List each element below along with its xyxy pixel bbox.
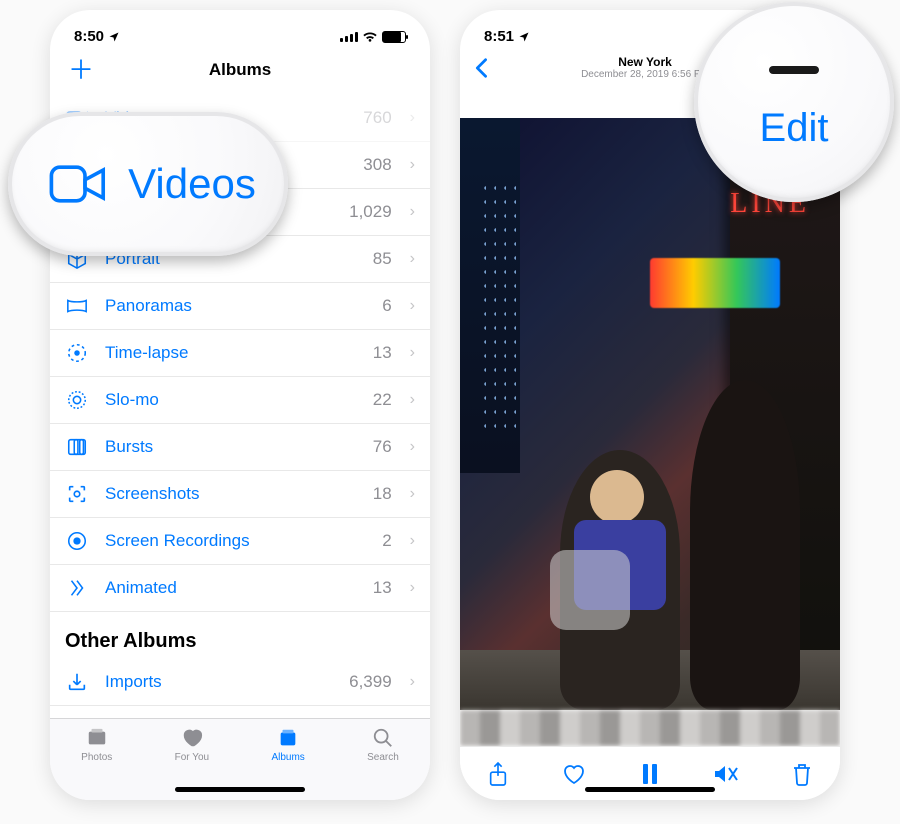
row-slomo[interactable]: Slo-mo 22 ›	[50, 377, 430, 424]
tab-foryou[interactable]: For You	[175, 727, 209, 763]
row-label: Bursts	[105, 437, 357, 457]
callout-edit: Edit	[694, 2, 894, 202]
tab-label: Search	[367, 752, 399, 763]
location-arrow-icon	[518, 31, 530, 43]
row-count: 1,029	[349, 202, 392, 222]
chevron-right-icon: ›	[410, 579, 415, 597]
tab-albums[interactable]: Albums	[271, 727, 304, 763]
row-bursts[interactable]: Bursts 76 ›	[50, 424, 430, 471]
row-count: 308	[363, 155, 391, 175]
row-label: Imports	[105, 672, 333, 692]
video-preview[interactable]: LINE	[460, 118, 840, 710]
chevron-right-icon: ›	[410, 156, 415, 174]
pause-button[interactable]	[636, 760, 664, 788]
callout-label: Edit	[760, 106, 829, 151]
row-count: 6,399	[349, 672, 392, 692]
home-indicator[interactable]	[175, 787, 305, 792]
row-timelapse[interactable]: Time-lapse 13 ›	[50, 330, 430, 377]
back-button[interactable]	[474, 57, 504, 79]
tab-photos[interactable]: Photos	[81, 727, 112, 763]
slomo-icon	[65, 388, 89, 412]
add-button[interactable]: ＋	[68, 57, 96, 83]
row-count: 2	[382, 531, 391, 551]
delete-button[interactable]	[788, 760, 816, 788]
tab-search[interactable]: Search	[367, 727, 399, 763]
chevron-right-icon: ›	[410, 485, 415, 503]
speaker-slot	[769, 66, 819, 74]
favorite-button[interactable]	[560, 760, 588, 788]
status-time: 8:50	[74, 28, 104, 45]
status-bar: 8:50	[50, 10, 430, 51]
row-count: 22	[373, 390, 392, 410]
bursts-icon	[65, 435, 89, 459]
chevron-right-icon: ›	[410, 109, 415, 127]
row-count: 13	[373, 578, 392, 598]
battery-icon	[382, 31, 406, 43]
home-indicator[interactable]	[585, 787, 715, 792]
screenshot-icon	[65, 482, 89, 506]
callout-videos: Videos	[8, 112, 288, 256]
row-count: 85	[373, 249, 392, 269]
row-panoramas[interactable]: Panoramas 6 ›	[50, 283, 430, 330]
record-icon	[65, 529, 89, 553]
chevron-right-icon: ›	[410, 438, 415, 456]
row-animated[interactable]: Animated 13 ›	[50, 565, 430, 612]
callout-label: Videos	[128, 160, 256, 208]
chevron-right-icon: ›	[410, 297, 415, 315]
row-count: 76	[373, 437, 392, 457]
row-label: Screenshots	[105, 484, 357, 504]
animated-icon	[65, 576, 89, 600]
row-screenrecordings[interactable]: Screen Recordings 2 ›	[50, 518, 430, 565]
chevron-right-icon: ›	[410, 391, 415, 409]
cell-signal-icon	[340, 32, 358, 42]
row-count: 13	[373, 343, 392, 363]
video-scrubber[interactable]	[460, 710, 840, 746]
mute-button[interactable]	[712, 760, 740, 788]
row-label: Animated	[105, 578, 357, 598]
nav-bar: ＋ Albums	[50, 51, 430, 95]
chevron-right-icon: ›	[410, 673, 415, 691]
row-screenshots[interactable]: Screenshots 18 ›	[50, 471, 430, 518]
status-time: 8:51	[484, 28, 514, 45]
row-count: 18	[373, 484, 392, 504]
chevron-right-icon: ›	[410, 250, 415, 268]
row-imports[interactable]: Imports 6,399 ›	[50, 659, 430, 706]
tab-label: Photos	[81, 752, 112, 763]
nav-title: Albums	[96, 60, 384, 80]
wifi-icon	[362, 31, 378, 43]
row-label: Screen Recordings	[105, 531, 366, 551]
chevron-right-icon: ›	[410, 532, 415, 550]
share-button[interactable]	[484, 760, 512, 788]
row-count: 6	[382, 296, 391, 316]
chevron-right-icon: ›	[410, 203, 415, 221]
chevron-right-icon: ›	[410, 344, 415, 362]
row-label: Time-lapse	[105, 343, 357, 363]
location-arrow-icon	[108, 31, 120, 43]
row-label: Panoramas	[105, 296, 366, 316]
tab-label: For You	[175, 752, 209, 763]
row-count: 760	[363, 108, 391, 128]
import-icon	[65, 670, 89, 694]
row-label: Slo-mo	[105, 390, 357, 410]
tab-label: Albums	[271, 752, 304, 763]
timelapse-icon	[65, 341, 89, 365]
other-albums-header: Other Albums	[50, 612, 430, 659]
panorama-icon	[65, 294, 89, 318]
video-icon	[48, 163, 108, 205]
